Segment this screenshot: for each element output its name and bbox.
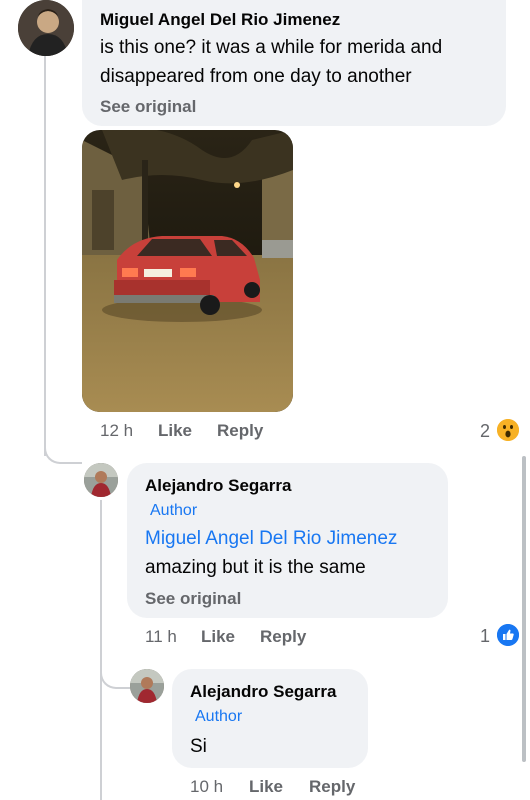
avatar-alejandro-photo-1 — [84, 463, 118, 497]
see-original-1[interactable]: See original — [100, 97, 196, 117]
reaction-count-1[interactable]: 2 — [480, 421, 490, 442]
author-badge-3: Author — [195, 708, 243, 725]
comment-author-3[interactable]: Alejandro Segarra — [190, 682, 336, 702]
mention-link-2[interactable]: Miguel Angel Del Rio Jimenez — [145, 528, 397, 550]
wow-emoji-face — [497, 419, 519, 441]
like-thumb-icon[interactable] — [497, 624, 519, 646]
comment-text-1-line-2: disappeared from one day to another — [100, 66, 412, 87]
comment-time-1[interactable]: 12 h — [100, 421, 133, 441]
comment-text-2: amazing but it is the same — [145, 557, 366, 578]
like-button-3[interactable]: Like — [249, 777, 283, 797]
comment-author-1[interactable]: Miguel Angel Del Rio Jimenez — [100, 10, 340, 30]
comment-author-2[interactable]: Alejandro Segarra — [145, 476, 291, 496]
comment-photo-car[interactable] — [82, 130, 293, 412]
thread-line-reply — [100, 500, 102, 800]
avatar-miguel-photo — [18, 0, 74, 56]
reaction-count-2[interactable]: 1 — [480, 626, 490, 647]
like-button-1[interactable]: Like — [158, 421, 192, 441]
reply-button-3[interactable]: Reply — [309, 777, 355, 797]
scrollbar-thumb[interactable] — [522, 456, 526, 762]
avatar-alejandro-2[interactable] — [130, 669, 164, 703]
avatar-alejandro-photo-2 — [130, 669, 164, 703]
like-button-2[interactable]: Like — [201, 627, 235, 647]
comment-time-2[interactable]: 11 h — [145, 627, 177, 647]
wow-emoji-icon[interactable] — [497, 419, 519, 441]
comment-text-1-line-1: is this one? it was a while for merida a… — [100, 37, 443, 58]
like-thumb-glyph — [497, 624, 519, 646]
avatar-miguel[interactable] — [18, 0, 74, 56]
thread-connector-1 — [44, 440, 82, 464]
comment-time-3[interactable]: 10 h — [190, 777, 223, 797]
author-badge-2: Author — [150, 502, 198, 519]
avatar-alejandro-1[interactable] — [84, 463, 118, 497]
reply-button-1[interactable]: Reply — [217, 421, 263, 441]
thread-connector-2 — [100, 665, 130, 689]
thread-line-main — [44, 56, 46, 456]
car-photo-image — [82, 130, 293, 412]
reply-button-2[interactable]: Reply — [260, 627, 306, 647]
see-original-2[interactable]: See original — [145, 589, 241, 609]
comment-text-3: Si — [190, 736, 207, 757]
